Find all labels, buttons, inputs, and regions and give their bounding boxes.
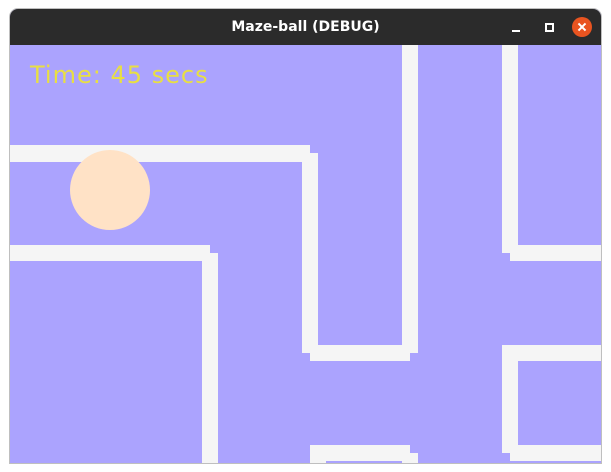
maze-wall [302, 153, 318, 353]
player-ball[interactable] [70, 150, 150, 230]
maze-wall [502, 45, 518, 253]
maze-wall [402, 453, 418, 463]
maze-wall [202, 253, 218, 463]
timer-label: Time: [30, 61, 102, 89]
titlebar[interactable]: Maze-ball (DEBUG) [10, 9, 601, 45]
maze-wall [510, 445, 601, 461]
game-canvas[interactable]: Time: 45 secs [10, 45, 601, 463]
timer-value: 45 [110, 61, 144, 89]
maze-wall [310, 345, 410, 361]
maze-wall [510, 345, 601, 361]
minimize-icon[interactable] [506, 17, 526, 37]
timer-display: Time: 45 secs [30, 61, 209, 89]
maze-wall [10, 245, 210, 261]
close-icon[interactable] [572, 17, 592, 37]
maze-wall [310, 453, 326, 463]
maze-wall [502, 345, 518, 453]
maze-wall [10, 145, 310, 162]
timer-unit: secs [151, 61, 209, 89]
maze-wall [510, 245, 601, 261]
app-window: Maze-ball (DEBUG) Time: 45 secs [10, 9, 601, 463]
maze-wall [402, 45, 418, 353]
maximize-icon[interactable] [539, 17, 559, 37]
